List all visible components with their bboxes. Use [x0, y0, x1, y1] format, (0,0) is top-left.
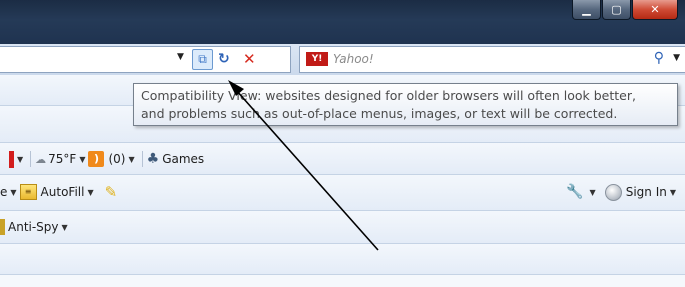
- antispy-icon: [0, 219, 5, 235]
- chevron-down-icon[interactable]: ▼: [62, 223, 68, 232]
- chevron-down-icon[interactable]: ▼: [87, 188, 93, 197]
- yahoo-logo-icon: Y!: [306, 52, 328, 66]
- feeds-count[interactable]: (0): [108, 152, 125, 166]
- minimize-icon: ▁: [582, 3, 591, 16]
- search-dropdown-icon[interactable]: ▼: [673, 53, 680, 63]
- address-bar[interactable]: ▼ ⧉ ↻ ✕: [0, 46, 291, 73]
- separator: [141, 151, 143, 167]
- maximize-icon: ▢: [611, 3, 622, 16]
- separator: [30, 151, 32, 167]
- minimize-button[interactable]: ▁: [572, 0, 601, 20]
- toolbar-row-2: e ▼ ≡ AutoFill ▼ ✎ 🔧 ▼ Sign In ▼: [0, 175, 685, 211]
- rss-icon[interactable]: ): [88, 151, 105, 167]
- compatibility-view-icon[interactable]: ⧉: [192, 49, 213, 70]
- chevron-down-icon[interactable]: ▼: [670, 188, 676, 197]
- autofill-icon: ≡: [19, 184, 37, 200]
- window-titlebar: ▁ ▢ ✕: [0, 0, 685, 44]
- weather-button[interactable]: 75°F: [48, 152, 76, 166]
- toolbar-addon-icon[interactable]: [9, 150, 14, 168]
- cloud-icon: ☁: [35, 152, 47, 166]
- address-dropdown-icon[interactable]: ▼: [177, 52, 184, 62]
- close-window-button[interactable]: ✕: [632, 0, 678, 20]
- maximize-button[interactable]: ▢: [602, 0, 631, 20]
- tooltip-line-1: Compatibility View: websites designed fo…: [141, 88, 636, 103]
- antispy-button[interactable]: Anti-Spy: [8, 220, 59, 234]
- highlighter-icon[interactable]: ✎: [105, 183, 118, 201]
- search-placeholder[interactable]: Yahoo!: [333, 52, 374, 66]
- navigation-bar: ▼ ⧉ ↻ ✕ Y! Yahoo! ⚲ ▼: [0, 44, 685, 75]
- search-icon[interactable]: ⚲: [654, 50, 664, 66]
- toolbar-item-fragment[interactable]: e: [0, 185, 7, 199]
- wrench-icon[interactable]: 🔧: [566, 184, 583, 200]
- window-controls: ▁ ▢ ✕: [572, 0, 679, 21]
- compatibility-view-tooltip: Compatibility View: websites designed fo…: [133, 83, 678, 126]
- autofill-button[interactable]: AutoFill: [41, 185, 85, 199]
- content-area: [0, 275, 685, 287]
- tooltip-line-2: and problems such as out-of-place menus,…: [141, 106, 618, 121]
- games-icon: ♣: [146, 151, 160, 167]
- chevron-down-icon[interactable]: ▼: [590, 188, 596, 197]
- chevron-down-icon[interactable]: ▼: [10, 188, 16, 197]
- user-circle-icon: [604, 183, 622, 201]
- toolbar-row-3: Anti-Spy ▼: [0, 211, 685, 244]
- refresh-icon[interactable]: ↻: [218, 51, 230, 67]
- stop-icon[interactable]: ✕: [243, 50, 256, 68]
- chevron-down-icon[interactable]: ▼: [128, 155, 134, 164]
- games-button[interactable]: Games: [162, 152, 204, 166]
- chevron-down-icon[interactable]: ▼: [79, 155, 85, 164]
- chevron-down-icon[interactable]: ▼: [17, 155, 23, 164]
- close-icon: ✕: [650, 3, 660, 16]
- toolbar-row-1: ▼ ☁ 75°F ▼ ) (0) ▼ ♣ Games: [0, 143, 685, 175]
- sign-in-button[interactable]: Sign In: [626, 185, 667, 199]
- toolbar-band: [0, 244, 685, 275]
- search-box[interactable]: Y! Yahoo! ⚲ ▼: [299, 46, 685, 73]
